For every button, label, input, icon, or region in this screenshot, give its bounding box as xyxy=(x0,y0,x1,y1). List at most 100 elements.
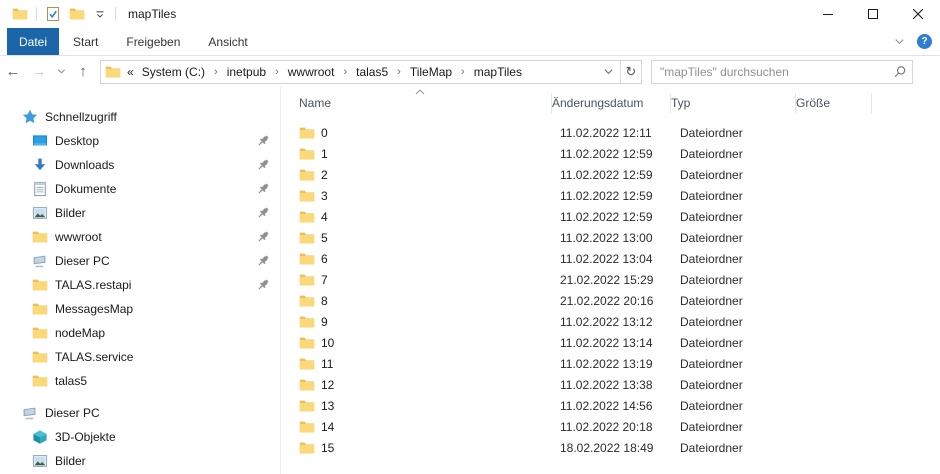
file-row[interactable]: 1211.02.2022 13:38Dateiordner xyxy=(281,374,940,395)
file-row[interactable]: 611.02.2022 13:04Dateiordner xyxy=(281,248,940,269)
file-type: Dateiordner xyxy=(671,441,796,455)
properties-checkmark-icon[interactable] xyxy=(45,6,61,22)
file-modified: 11.02.2022 12:11 xyxy=(552,126,671,140)
cube-icon xyxy=(32,429,48,445)
file-name: 2 xyxy=(321,168,328,182)
ribbon-tab-bar: Datei Start Freigeben Ansicht ? xyxy=(0,28,940,56)
file-row[interactable]: 011.02.2022 12:11Dateiordner xyxy=(281,122,940,143)
pin-icon xyxy=(255,181,271,197)
sidebar-item-bilder[interactable]: Bilder xyxy=(0,201,280,225)
breadcrumb-segment-inetpub[interactable]: inetpub xyxy=(225,65,268,79)
file-name: 13 xyxy=(321,399,334,413)
column-header-typ[interactable]: Typ xyxy=(671,93,796,113)
file-row[interactable]: 1518.02.2022 18:49Dateiordner xyxy=(281,437,940,458)
tab-start[interactable]: Start xyxy=(59,28,112,55)
sidebar-item-dokumente[interactable]: Dokumente xyxy=(0,177,280,201)
sidebar-item-dieser-pc[interactable]: Dieser PC xyxy=(0,249,280,273)
search-placeholder: "mapTiles" durchsuchen xyxy=(660,65,893,79)
folder-icon xyxy=(299,378,315,392)
content-area: SchnellzugriffDesktop Downloads Dokumente B… xyxy=(0,87,940,474)
folder-icon xyxy=(299,399,315,413)
file-row[interactable]: 211.02.2022 12:59Dateiordner xyxy=(281,164,940,185)
sidebar-item-label: Bilder xyxy=(55,206,86,220)
folder-icon xyxy=(32,349,48,365)
file-row[interactable]: 1111.02.2022 13:19Dateiordner xyxy=(281,353,940,374)
back-button[interactable]: ← xyxy=(0,59,26,85)
maximize-button[interactable] xyxy=(850,0,895,28)
forward-button[interactable]: → xyxy=(26,59,52,85)
search-icon[interactable] xyxy=(893,65,907,79)
maximize-icon xyxy=(868,9,878,19)
folder-icon xyxy=(299,231,315,245)
explorer-window: mapTiles Datei Start Freigeben Ansi xyxy=(0,0,940,474)
file-row[interactable]: 1011.02.2022 13:14Dateiordner xyxy=(281,332,940,353)
sidebar-item-talas-service[interactable]: TALAS.service xyxy=(0,345,280,369)
address-dropdown-chevron-icon[interactable] xyxy=(603,66,614,77)
recent-locations-button[interactable] xyxy=(52,59,70,85)
breadcrumb-segment-tilemap[interactable]: TileMap xyxy=(408,65,454,79)
refresh-button[interactable]: ↻ xyxy=(620,61,641,83)
sidebar-section-schnellzugriff[interactable]: Schnellzugriff xyxy=(0,105,280,129)
sidebar-section-dieser-pc[interactable]: Dieser PC xyxy=(0,401,280,425)
file-type: Dateiordner xyxy=(671,168,796,182)
breadcrumb-segment-system-c-[interactable]: System (C:) xyxy=(140,65,207,79)
sidebar-item-label: 3D-Objekte xyxy=(55,430,116,444)
new-folder-icon[interactable] xyxy=(69,7,85,21)
minimize-icon xyxy=(823,9,833,19)
breadcrumb-segment-maptiles[interactable]: mapTiles xyxy=(472,65,524,79)
breadcrumb-overflow[interactable]: « xyxy=(127,65,134,79)
folder-icon xyxy=(32,229,48,245)
file-name: 0 xyxy=(321,126,328,140)
file-name: 3 xyxy=(321,189,328,203)
qat-customize-icon[interactable] xyxy=(93,7,107,21)
sidebar-item-wwwroot[interactable]: wwwroot xyxy=(0,225,280,249)
help-icon[interactable]: ? xyxy=(917,34,932,49)
column-header-name[interactable]: Name xyxy=(281,93,552,113)
close-button[interactable] xyxy=(895,0,940,28)
file-modified: 11.02.2022 12:59 xyxy=(552,210,671,224)
file-name: 10 xyxy=(321,336,334,350)
sidebar-item-downloads[interactable]: Downloads xyxy=(0,153,280,177)
file-row[interactable]: 511.02.2022 13:00Dateiordner xyxy=(281,227,940,248)
file-row[interactable]: 911.02.2022 13:12Dateiordner xyxy=(281,311,940,332)
tab-datei[interactable]: Datei xyxy=(7,28,59,55)
pc-icon xyxy=(32,253,48,269)
address-bar[interactable]: « System (C:)›inetpub›wwwroot›talas5›Til… xyxy=(100,60,642,84)
file-modified: 21.02.2022 15:29 xyxy=(552,273,671,287)
sidebar-item-bilder[interactable]: Bilder xyxy=(0,449,280,473)
sidebar-item-talas-restapi[interactable]: TALAS.restapi xyxy=(0,273,280,297)
folder-icon xyxy=(299,210,315,224)
tab-freigeben[interactable]: Freigeben xyxy=(112,28,194,55)
folder-icon xyxy=(299,126,315,140)
breadcrumb-segment-talas5[interactable]: talas5 xyxy=(354,65,390,79)
column-header-änderungsdatum[interactable]: Änderungsdatum xyxy=(552,93,671,113)
file-row[interactable]: 821.02.2022 20:16Dateiordner xyxy=(281,290,940,311)
file-row[interactable]: 1311.02.2022 14:56Dateiordner xyxy=(281,395,940,416)
file-row[interactable]: 411.02.2022 12:59Dateiordner xyxy=(281,206,940,227)
pin-icon xyxy=(255,229,271,245)
file-row[interactable]: 311.02.2022 12:59Dateiordner xyxy=(281,185,940,206)
minimize-ribbon-chevron-icon[interactable] xyxy=(894,36,905,47)
sidebar-item-talas5[interactable]: talas5 xyxy=(0,369,280,393)
file-row[interactable]: 111.02.2022 12:59Dateiordner xyxy=(281,143,940,164)
file-name: 15 xyxy=(321,441,334,455)
sidebar-item-nodemap[interactable]: nodeMap xyxy=(0,321,280,345)
file-row[interactable]: 721.02.2022 15:29Dateiordner xyxy=(281,269,940,290)
up-button[interactable]: ↑ xyxy=(70,59,96,85)
sidebar-item-messagesmap[interactable]: MessagesMap xyxy=(0,297,280,321)
file-row[interactable]: 1411.02.2022 20:18Dateiordner xyxy=(281,416,940,437)
tab-ansicht[interactable]: Ansicht xyxy=(194,28,261,55)
sidebar-item-label: Downloads xyxy=(55,158,114,172)
sort-ascending-icon[interactable] xyxy=(415,88,425,96)
pin-icon xyxy=(255,157,271,173)
folder-icon xyxy=(299,357,315,371)
file-name: 7 xyxy=(321,273,328,287)
breadcrumb-segment-wwwroot[interactable]: wwwroot xyxy=(286,65,337,79)
sidebar-item-desktop[interactable]: Desktop xyxy=(0,129,280,153)
sidebar-item-3d-objekte[interactable]: 3D-Objekte xyxy=(0,425,280,449)
file-name: 12 xyxy=(321,378,334,392)
column-header-größe[interactable]: Größe xyxy=(796,93,872,113)
search-input[interactable]: "mapTiles" durchsuchen xyxy=(651,60,913,84)
file-name: 8 xyxy=(321,294,328,308)
minimize-button[interactable] xyxy=(805,0,850,28)
